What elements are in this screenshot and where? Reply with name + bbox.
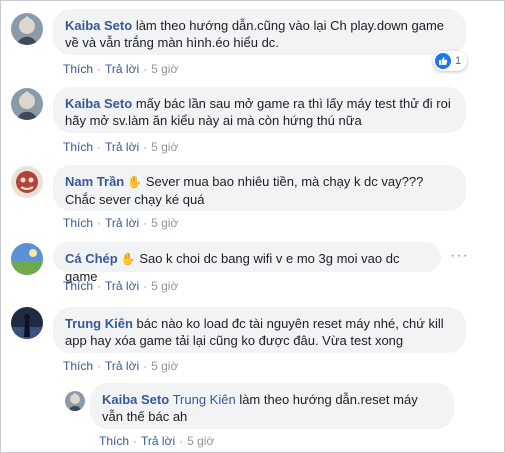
like-link[interactable]: Thích [99,434,129,448]
mention-link[interactable]: Trung Kiên [173,392,236,407]
reply-link[interactable]: Trả lời [105,62,139,76]
timestamp[interactable]: 5 giờ [151,140,178,154]
reply-link[interactable]: Trả lời [105,279,139,293]
like-link[interactable]: Thích [63,359,93,373]
more-options-icon[interactable]: ··· [450,247,469,265]
reply-link[interactable]: Trả lời [105,216,139,230]
like-thumb-icon [435,53,451,69]
comment-actions: Thích · Trả lời · 5 giờ [63,359,178,373]
separator: · [179,434,184,448]
avatar[interactable] [11,166,43,198]
separator: · [143,359,148,373]
like-link[interactable]: Thích [63,62,93,76]
separator: · [133,434,138,448]
reply-item: Kaiba Seto Trung Kiên làm theo hướng dẫn… [1,379,505,453]
separator: · [143,279,148,293]
timestamp[interactable]: 5 giờ [187,434,214,448]
separator: · [143,62,148,76]
comment-actions: Thích · Trả lời · 5 giờ [63,279,178,293]
reply-link[interactable]: Trả lời [105,140,139,154]
comment-bubble: Kaiba Seto mấy bác lần sau mở game ra th… [53,87,466,133]
reaction-count[interactable]: 1 [433,51,468,71]
separator: · [97,140,102,154]
avatar[interactable] [11,307,43,339]
separator: · [97,62,102,76]
timestamp[interactable]: 5 giờ [151,279,178,293]
like-link[interactable]: Thích [63,279,93,293]
comment-bubble: Nam Trần ✋ Sever mua bao nhiêu tiền, mà c… [53,165,466,211]
separator: · [143,140,148,154]
comment-author[interactable]: Nam Trần [65,174,124,189]
like-link[interactable]: Thích [63,216,93,230]
comment-author[interactable]: Kaiba Seto [65,96,132,111]
comment-actions: Thích · Trả lời · 5 giờ [99,434,214,448]
comment-item: Kaiba Seto mấy bác lần sau mở game ra th… [1,81,505,159]
comment-bubble: Kaiba Seto Trung Kiên làm theo hướng dẫn… [90,383,454,429]
comment-actions: Thích · Trả lời · 5 giờ [63,62,178,76]
separator: · [97,216,102,230]
comment-author[interactable]: Cá Chép [65,251,118,266]
comment-bubble: Trung Kiên bác nào ko load đc tài nguyên… [53,307,466,353]
comment-author[interactable]: Kaiba Seto [102,392,169,407]
separator: · [97,279,102,293]
avatar[interactable] [11,13,43,45]
reaction-number: 1 [455,55,462,67]
avatar[interactable] [65,391,85,411]
comment-item: Kaiba Seto làm theo hướng dẫn.cũng vào l… [1,1,505,81]
reply-link[interactable]: Trả lời [141,434,175,448]
comment-item: Cá Chép ✋ Sao k choi dc bang wifi v e mo … [1,237,505,299]
hand-wave-icon: ✋ [120,252,136,266]
hand-wave-icon: ✋ [127,175,143,189]
comment-actions: Thích · Trả lời · 5 giờ [63,216,178,230]
timestamp[interactable]: 5 giờ [151,62,178,76]
like-link[interactable]: Thích [63,140,93,154]
avatar[interactable] [11,243,43,275]
comment-author[interactable]: Kaiba Seto [65,18,132,33]
comment-bubble: Kaiba Seto làm theo hướng dẫn.cũng vào l… [53,9,466,55]
comment-item: Trung Kiên bác nào ko load đc tài nguyên… [1,299,505,379]
separator: · [97,359,102,373]
timestamp[interactable]: 5 giờ [151,216,178,230]
reply-link[interactable]: Trả lời [105,359,139,373]
comment-thread: Kaiba Seto làm theo hướng dẫn.cũng vào l… [0,0,505,453]
timestamp[interactable]: 5 giờ [151,359,178,373]
comment-author[interactable]: Trung Kiên [65,316,133,331]
avatar[interactable] [11,88,43,120]
separator: · [143,216,148,230]
comment-item: Nam Trần ✋ Sever mua bao nhiêu tiền, mà c… [1,159,505,237]
comment-bubble: Cá Chép ✋ Sao k choi dc bang wifi v e mo … [53,242,441,284]
comment-actions: Thích · Trả lời · 5 giờ [63,140,178,154]
